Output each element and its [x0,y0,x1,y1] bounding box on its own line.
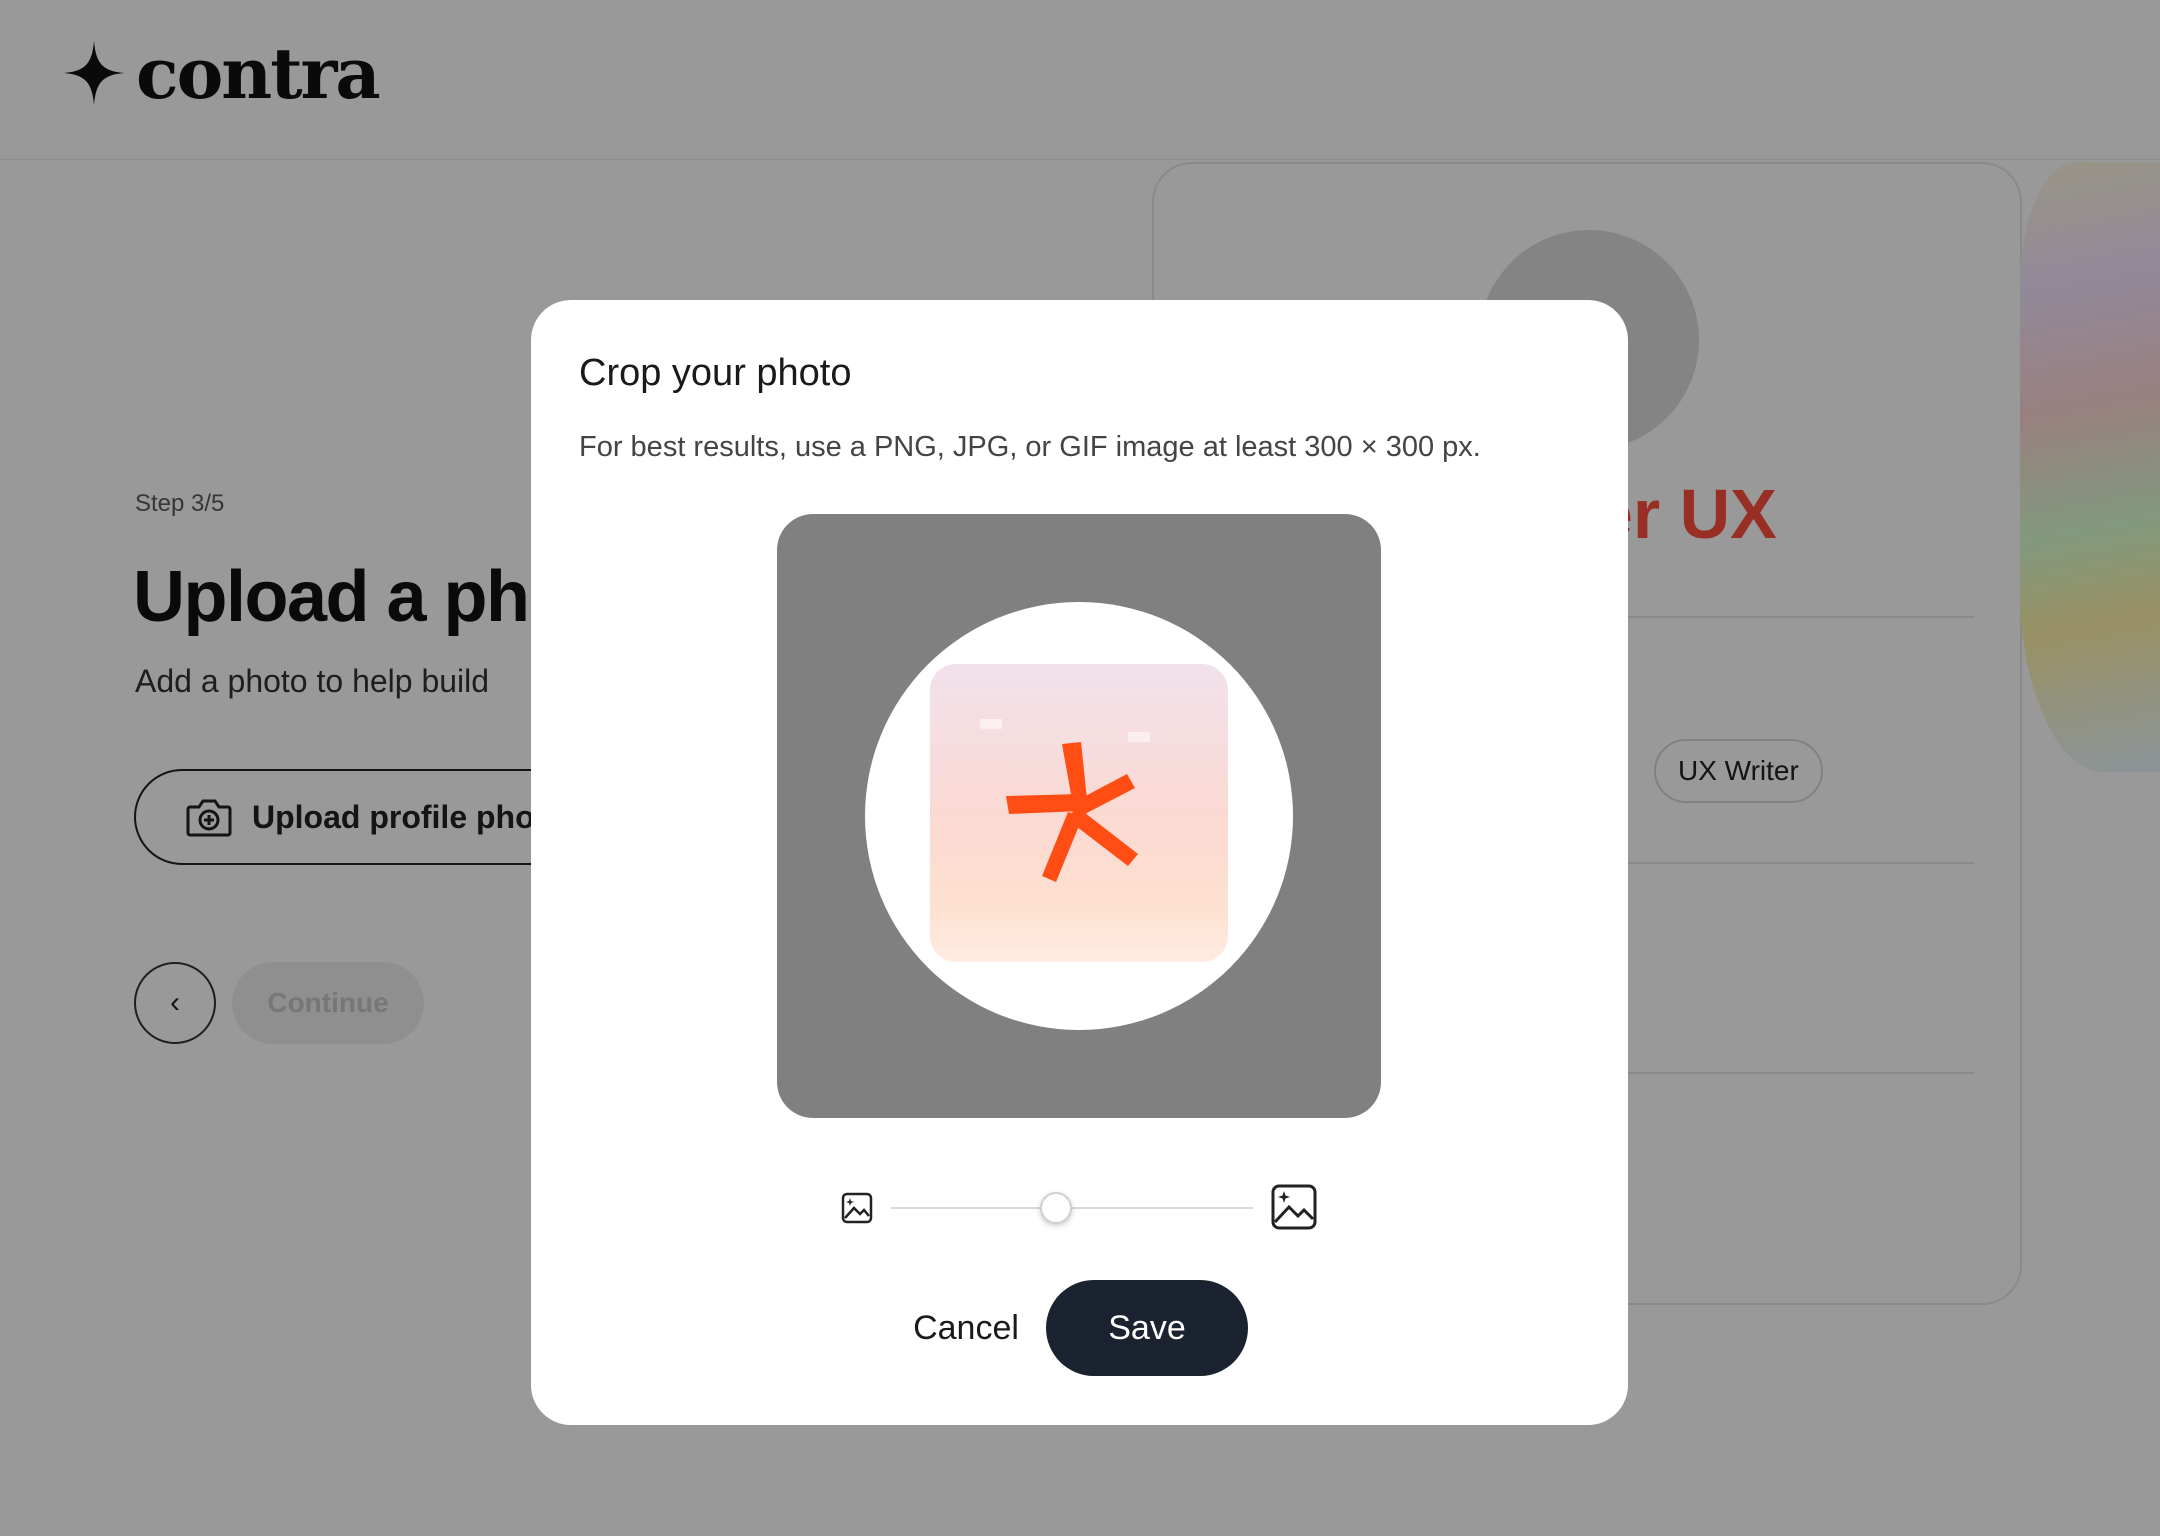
zoom-control [841,1182,1321,1232]
cancel-button[interactable]: Cancel [891,1280,1041,1376]
photo-preview[interactable] [930,664,1228,962]
image-small-icon[interactable] [841,1192,873,1224]
modal-title: Crop your photo [579,352,852,394]
image-large-icon[interactable] [1271,1184,1317,1230]
crop-photo-modal: Crop your photo For best results, use a … [531,300,1628,1425]
asterisk-logo-icon [980,719,1150,882]
zoom-slider-thumb[interactable] [1039,1192,1072,1224]
zoom-slider-track[interactable] [891,1207,1253,1209]
save-button[interactable]: Save [1046,1280,1248,1376]
crop-area[interactable] [777,514,1381,1118]
modal-subtitle: For best results, use a PNG, JPG, or GIF… [579,431,1481,463]
